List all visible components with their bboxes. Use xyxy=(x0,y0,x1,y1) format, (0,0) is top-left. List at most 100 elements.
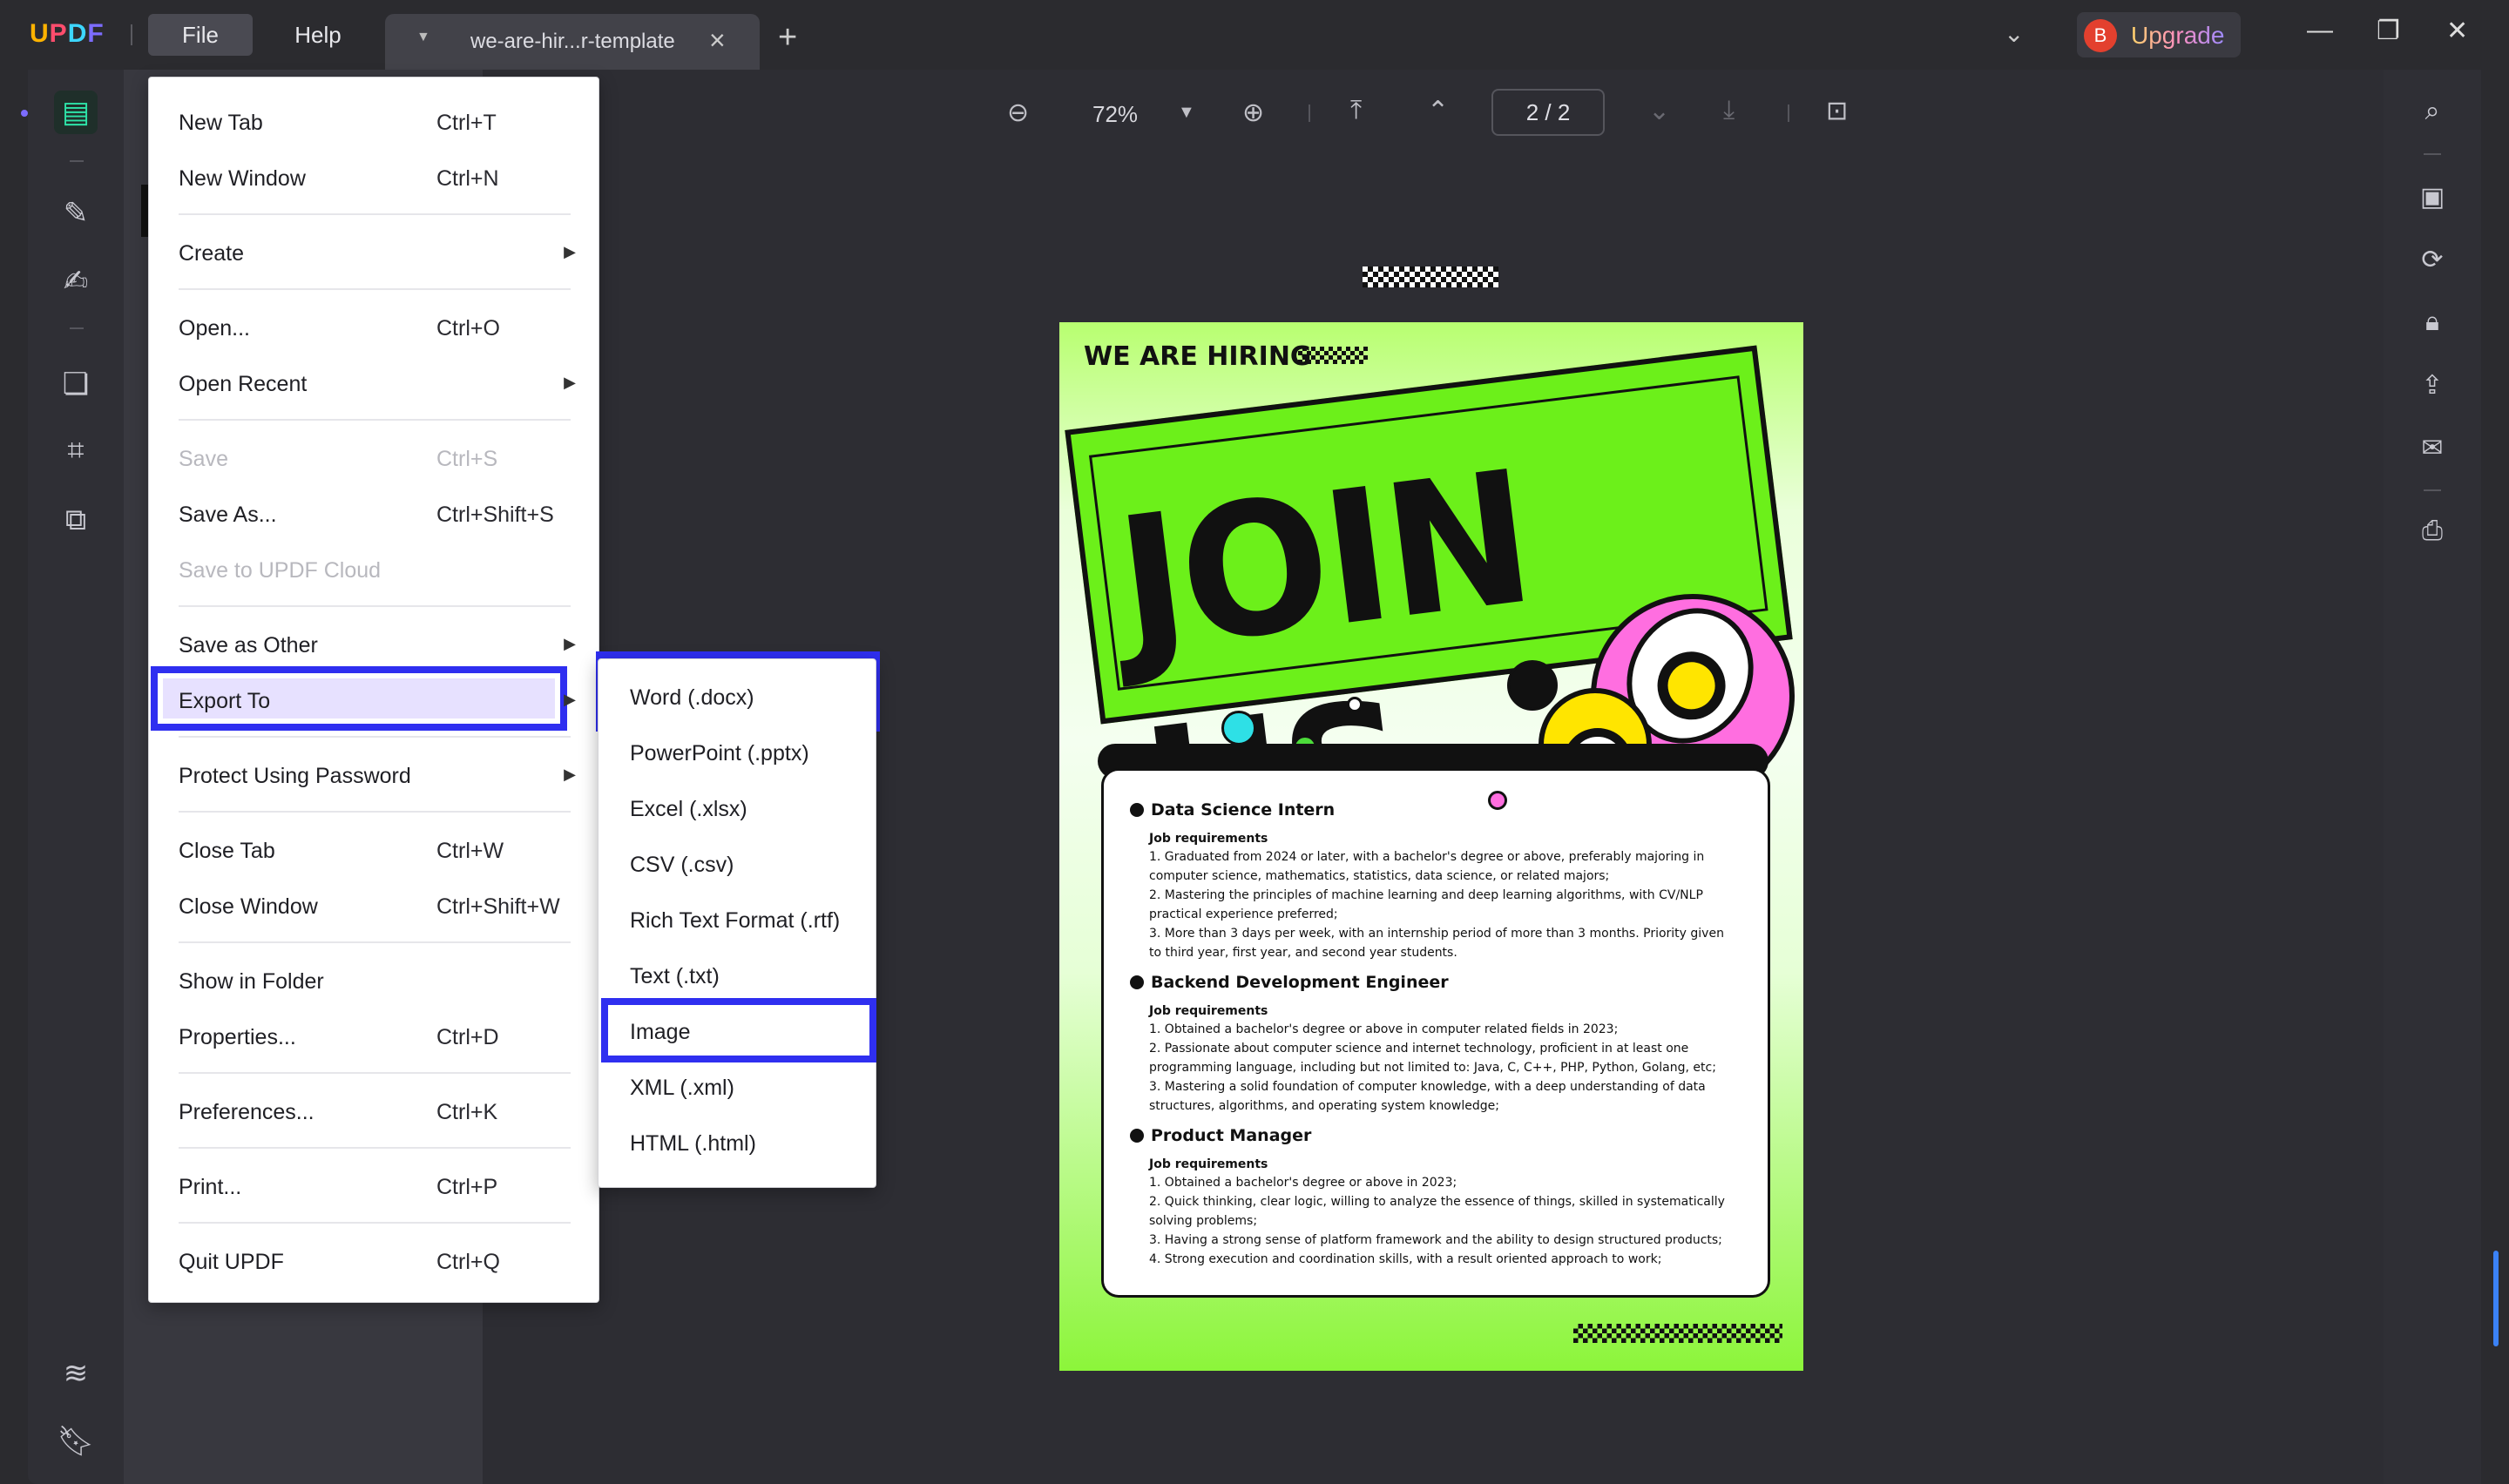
menu-item-export-to[interactable]: Export To ▶ xyxy=(149,675,599,729)
export-powerpoint[interactable]: PowerPoint (.pptx) xyxy=(599,727,876,783)
edit-pdf-icon[interactable]: ✍ xyxy=(54,260,98,303)
job-requirement-line: 4. Strong execution and coordination ski… xyxy=(1149,1252,1662,1266)
menu-separator xyxy=(179,736,571,738)
job-requirement-line: programming language, including but not … xyxy=(1149,1061,1716,1075)
job-requirements-label: Job requirements xyxy=(1149,832,1268,846)
menu-item-quit[interactable]: Quit UPDF Ctrl+Q xyxy=(149,1236,599,1290)
upgrade-button[interactable]: B Upgrade xyxy=(2077,12,2241,57)
divider xyxy=(2424,153,2441,155)
menu-item-properties[interactable]: Properties... Ctrl+D xyxy=(149,1011,599,1065)
export-word[interactable]: Word (.docx) xyxy=(599,671,876,727)
job-section: Backend Development Engineer Job require… xyxy=(1130,973,1745,1116)
restore-icon[interactable]: ❐ xyxy=(2377,16,2400,46)
next-page-icon[interactable]: ⌄ xyxy=(1648,96,1670,126)
file-menu-button[interactable]: File xyxy=(148,14,253,56)
zoom-level[interactable]: 72% xyxy=(1092,101,1138,128)
submenu-arrow-icon: ▶ xyxy=(564,691,576,708)
menu-separator xyxy=(179,1222,571,1224)
export-csv[interactable]: CSV (.csv) xyxy=(599,839,876,894)
tab-title: we-are-hir...r-template xyxy=(470,30,675,53)
job-requirement-line: 1. Obtained a bachelor's degree or above… xyxy=(1149,1176,1457,1190)
close-tab-icon[interactable]: × xyxy=(709,24,726,57)
menu-item-protect-password[interactable]: Protect Using Password ▶ xyxy=(149,750,599,804)
divider xyxy=(131,24,132,45)
menu-item-print[interactable]: Print... Ctrl+P xyxy=(149,1161,599,1215)
export-submenu: Word (.docx) PowerPoint (.pptx) Excel (.… xyxy=(598,658,876,1188)
menu-item-close-window[interactable]: Close Window Ctrl+Shift+W xyxy=(149,880,599,934)
last-page-icon[interactable]: ⤓ xyxy=(1723,96,1735,125)
job-requirement-line: 2. Quick thinking, clear logic, willing … xyxy=(1149,1195,1725,1209)
page-indicator[interactable]: 2 / 2 xyxy=(1491,89,1605,136)
save-icon[interactable]: ⎙ xyxy=(2413,512,2452,550)
share-icon[interactable]: ⇪ xyxy=(2413,366,2452,404)
indicator-dot xyxy=(21,110,28,117)
right-tool-rail: ⌕ ▣ ⟳ 🔒︎ ⇪ ✉ ⎙ xyxy=(2384,70,2481,1484)
app-logo: UPDF xyxy=(30,19,105,48)
menu-item-new-tab[interactable]: New Tab Ctrl+T xyxy=(149,97,599,151)
menu-item-close-tab[interactable]: Close Tab Ctrl+W xyxy=(149,825,599,879)
organize-pages-icon[interactable]: ❏ xyxy=(54,362,98,406)
document-tab[interactable]: ▼ we-are-hir...r-template × xyxy=(385,14,760,70)
close-window-icon[interactable]: ✕ xyxy=(2446,16,2468,46)
job-requirement-line: 1. Obtained a bachelor's degree or above… xyxy=(1149,1022,1619,1036)
menu-item-save-to-cloud: Save to UPDF Cloud xyxy=(179,558,382,583)
reader-mode-icon[interactable]: ▤ xyxy=(54,91,98,134)
minimize-icon[interactable]: — xyxy=(2307,16,2333,45)
job-requirement-line: structures, algorithms, and operating sy… xyxy=(1149,1099,1499,1113)
job-requirement-line: solving problems; xyxy=(1149,1214,1258,1228)
menu-item-open[interactable]: Open... Ctrl+O xyxy=(149,302,599,356)
menu-item-preferences[interactable]: Preferences... Ctrl+K xyxy=(149,1086,599,1140)
menu-separator xyxy=(179,811,571,813)
image-highlight xyxy=(601,998,876,1062)
job-requirement-line: 1. Graduated from 2024 or later, with a … xyxy=(1149,850,1705,864)
zoom-dropdown-icon[interactable]: ▼ xyxy=(1178,103,1195,123)
chevron-down-icon[interactable]: ⌄ xyxy=(2004,19,2024,48)
cyan-ball-decoration xyxy=(1221,711,1256,745)
ocr-icon[interactable]: ▣ xyxy=(2413,178,2452,216)
menu-separator xyxy=(179,213,571,215)
comment-icon[interactable]: ✎ xyxy=(54,192,98,235)
first-page-icon[interactable]: ⤒ xyxy=(1350,96,1362,125)
job-listings-card: Data Science Intern Job requirements 1. … xyxy=(1101,768,1770,1298)
menu-item-save-as[interactable]: Save As... Ctrl+Shift+S xyxy=(149,489,599,543)
search-icon[interactable]: ⌕ xyxy=(2413,92,2452,131)
menu-item-open-recent[interactable]: Open Recent ▶ xyxy=(149,358,599,412)
crop-icon[interactable]: ⌗ xyxy=(54,428,98,472)
presentation-icon[interactable]: ⊡ xyxy=(1826,96,1848,126)
export-excel[interactable]: Excel (.xlsx) xyxy=(599,783,876,839)
job-title: Product Manager xyxy=(1130,1126,1745,1145)
avatar: B xyxy=(2084,19,2117,52)
menu-separator xyxy=(179,288,571,290)
footer-checker-decoration xyxy=(1573,1324,1782,1343)
convert-pdf-icon[interactable]: ⟳ xyxy=(2413,240,2452,279)
zoom-out-icon[interactable]: ⊖ xyxy=(1007,98,1029,128)
page-checker-decoration xyxy=(1363,266,1498,287)
layers-icon[interactable]: ≋ xyxy=(54,1352,98,1395)
tab-dropdown-icon[interactable]: ▼ xyxy=(416,30,430,45)
menu-item-show-in-folder[interactable]: Show in Folder xyxy=(149,955,599,1009)
thumbnail-marker xyxy=(141,185,148,237)
previous-page-icon[interactable]: ⌃ xyxy=(1427,96,1449,126)
job-requirements-label: Job requirements xyxy=(1149,1004,1268,1018)
job-requirement-line: 2. Mastering the principles of machine l… xyxy=(1149,888,1703,902)
protect-icon[interactable]: 🔒︎ xyxy=(2413,303,2452,341)
bookmark-icon[interactable]: 🔖︎ xyxy=(54,1420,98,1463)
new-tab-icon[interactable]: + xyxy=(778,19,797,57)
help-menu-button[interactable]: Help xyxy=(266,14,370,56)
scrollbar-thumb[interactable] xyxy=(2493,1251,2499,1346)
menu-item-new-window[interactable]: New Window Ctrl+N xyxy=(149,152,599,206)
job-title: Data Science Intern xyxy=(1130,800,1745,820)
job-section: Product Manager Job requirements 1. Obta… xyxy=(1130,1126,1745,1269)
export-xml[interactable]: XML (.xml) xyxy=(599,1062,876,1117)
divider xyxy=(2424,489,2441,491)
export-html[interactable]: HTML (.html) xyxy=(599,1117,876,1173)
job-requirement-line: practical experience preferred; xyxy=(1149,907,1338,921)
white-ball-decoration xyxy=(1347,697,1363,712)
menu-item-create[interactable]: Create ▶ xyxy=(149,227,599,281)
menu-item-save-as-other[interactable]: Save as Other ▶ xyxy=(149,619,599,673)
zoom-in-icon[interactable]: ⊕ xyxy=(1242,98,1264,128)
job-section: Data Science Intern Job requirements 1. … xyxy=(1130,800,1745,962)
email-icon[interactable]: ✉ xyxy=(2413,428,2452,467)
export-rtf[interactable]: Rich Text Format (.rtf) xyxy=(599,894,876,950)
convert-icon[interactable]: ⧉ xyxy=(54,498,98,542)
